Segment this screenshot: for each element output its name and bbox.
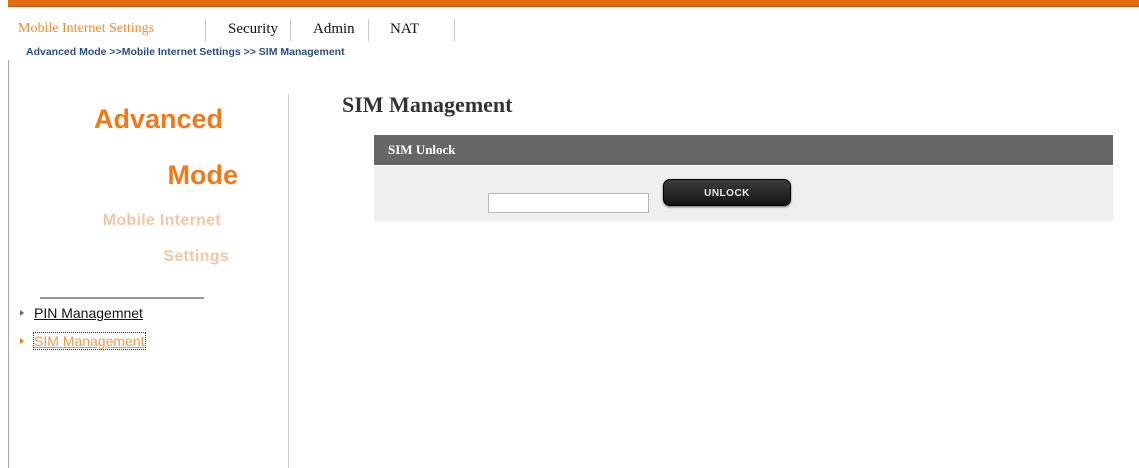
top-accent-bar <box>8 0 1139 7</box>
nav-separator <box>290 19 291 41</box>
tab-security[interactable]: Security <box>228 21 278 38</box>
breadcrumb: Advanced Mode >>Mobile Internet Settings… <box>26 46 345 58</box>
sidebar-subheading-line2: Settings <box>163 248 229 265</box>
sidebar-item-sim-management[interactable]: SIM Management <box>20 332 146 350</box>
tab-admin[interactable]: Admin <box>313 21 355 38</box>
sidebar-item-label[interactable]: SIM Management <box>33 332 146 350</box>
sidebar-item-pin-management[interactable]: PIN Managemnet <box>20 305 143 321</box>
sim-unlock-panel-header: SIM Unlock <box>374 135 1113 165</box>
tab-nat[interactable]: NAT <box>390 21 419 38</box>
sidebar-divider <box>288 94 289 468</box>
sidebar-item-label[interactable]: PIN Managemnet <box>34 305 143 321</box>
sidebar-subheading: Mobile Internet <box>102 212 221 229</box>
sidebar-rule <box>40 297 204 299</box>
unlock-button[interactable]: UNLOCK <box>663 179 791 206</box>
sidebar-heading: Advanced <box>93 104 223 134</box>
nav-separator <box>205 19 206 41</box>
tab-mobile-internet-settings[interactable]: Mobile Internet Settings <box>18 21 154 37</box>
nav-separator <box>454 19 455 41</box>
nav-separator <box>368 19 369 41</box>
bullet-arrow-icon <box>20 310 24 317</box>
page-title: SIM Management <box>342 92 513 117</box>
sidebar-heading-line2: Mode <box>167 160 239 190</box>
app-frame: Mobile Internet Settings Security Admin … <box>8 0 1139 468</box>
pin-input[interactable] <box>488 193 649 213</box>
bullet-arrow-icon <box>20 338 24 345</box>
top-navigation: Mobile Internet Settings Security Admin … <box>8 7 1139 41</box>
